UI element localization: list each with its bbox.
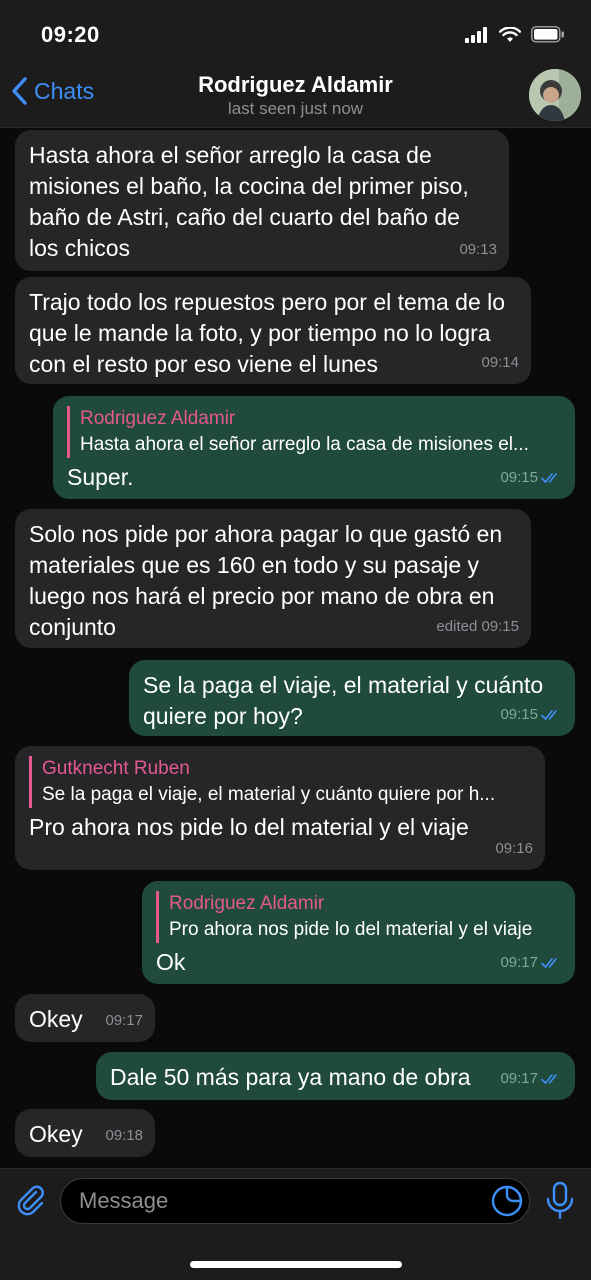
message-meta: edited 09:15	[436, 611, 519, 642]
double-check-icon	[541, 472, 557, 483]
composer	[0, 1168, 591, 1280]
reply-author: Gutknecht Ruben	[42, 758, 190, 779]
message-time: 09:17	[500, 1070, 538, 1087]
outgoing-message[interactable]: Se la paga el viaje, el material y cuánt…	[129, 660, 575, 736]
message-input[interactable]	[60, 1178, 530, 1224]
reply-text: Hasta ahora el señor arreglo la casa de …	[80, 434, 529, 455]
reply-text: Se la paga el viaje, el material y cuánt…	[42, 784, 496, 805]
message-time: 09:13	[459, 241, 497, 258]
reply-text: Pro ahora nos pide lo del material y el …	[169, 919, 533, 940]
incoming-message[interactable]: Okey 09:18	[15, 1109, 155, 1157]
message-meta: 09:15	[500, 462, 563, 493]
message-time: 09:15	[500, 706, 538, 723]
message-list[interactable]: Hasta ahora el señor arreglo la casa de …	[0, 128, 591, 1168]
message-meta: 09:17	[105, 1005, 143, 1036]
incoming-message[interactable]: Gutknecht Ruben Se la paga el viaje, el m…	[15, 746, 545, 870]
message-time: 09:18	[105, 1127, 143, 1144]
message-meta: 09:15	[500, 699, 563, 730]
message-meta: 09:16	[495, 833, 533, 864]
outgoing-message[interactable]: Rodriguez Aldamir Pro ahora nos pide lo d…	[142, 881, 575, 984]
avatar[interactable]	[529, 69, 581, 121]
chat-header: Chats Rodriguez Aldamir last seen just n…	[0, 66, 591, 128]
message-meta: 09:17	[500, 1063, 563, 1094]
message-time: 09:15	[500, 469, 538, 486]
message-time: 09:14	[481, 354, 519, 371]
message-meta: 09:13	[459, 234, 497, 265]
message-time: 09:16	[495, 840, 533, 857]
microphone-icon[interactable]	[544, 1181, 576, 1221]
reply-quote[interactable]: Rodriguez Aldamir Hasta ahora el señor ar…	[67, 406, 561, 458]
double-check-icon	[541, 957, 557, 968]
chat-title[interactable]: Rodriguez Aldamir	[0, 72, 591, 98]
message-text: Se la paga el viaje, el material y cuánt…	[143, 672, 544, 729]
outgoing-message[interactable]: Dale 50 más para ya mano de obra 09:17	[96, 1052, 575, 1100]
double-check-icon	[541, 1073, 557, 1084]
message-time: edited 09:15	[436, 618, 519, 635]
reply-quote[interactable]: Rodriguez Aldamir Pro ahora nos pide lo d…	[156, 891, 561, 943]
message-text: Trajo todo los repuestos pero por el tem…	[29, 289, 506, 377]
wifi-icon	[499, 26, 521, 42]
reply-author: Rodriguez Aldamir	[169, 893, 325, 914]
reply-author: Rodriguez Aldamir	[80, 408, 236, 429]
outgoing-message[interactable]: Rodriguez Aldamir Hasta ahora el señor ar…	[53, 396, 575, 499]
message-meta: 09:14	[481, 347, 519, 378]
home-indicator	[190, 1261, 402, 1268]
incoming-message[interactable]: Solo nos pide por ahora pagar lo que gas…	[15, 509, 531, 648]
signal-icon	[465, 26, 487, 43]
status-time: 09:20	[41, 22, 100, 47]
message-meta: 09:18	[105, 1120, 143, 1151]
incoming-message[interactable]: Trajo todo los repuestos pero por el tem…	[15, 277, 531, 384]
incoming-message[interactable]: Hasta ahora el señor arreglo la casa de …	[15, 130, 509, 271]
message-text: Hasta ahora el señor arreglo la casa de …	[29, 142, 469, 261]
reply-quote[interactable]: Gutknecht Ruben Se la paga el viaje, el m…	[29, 756, 531, 808]
double-check-icon	[541, 709, 557, 720]
chat-subtitle: last seen just now	[227, 99, 364, 118]
message-text: Super.	[67, 464, 134, 490]
message-text: Dale 50 más para ya mano de obra	[110, 1064, 471, 1090]
message-time: 09:17	[105, 1012, 143, 1029]
status-bar: 09:20	[0, 0, 591, 66]
message-text: Pro ahora nos pide lo del material y el …	[29, 814, 469, 840]
avatar-image	[529, 69, 581, 121]
battery-icon	[531, 26, 564, 43]
sticker-icon[interactable]	[490, 1184, 524, 1218]
status-icons	[465, 26, 565, 43]
message-time: 09:17	[500, 954, 538, 971]
message-meta: 09:17	[500, 947, 563, 978]
paperclip-icon[interactable]	[14, 1183, 48, 1217]
incoming-message[interactable]: Okey 09:17	[15, 994, 155, 1042]
